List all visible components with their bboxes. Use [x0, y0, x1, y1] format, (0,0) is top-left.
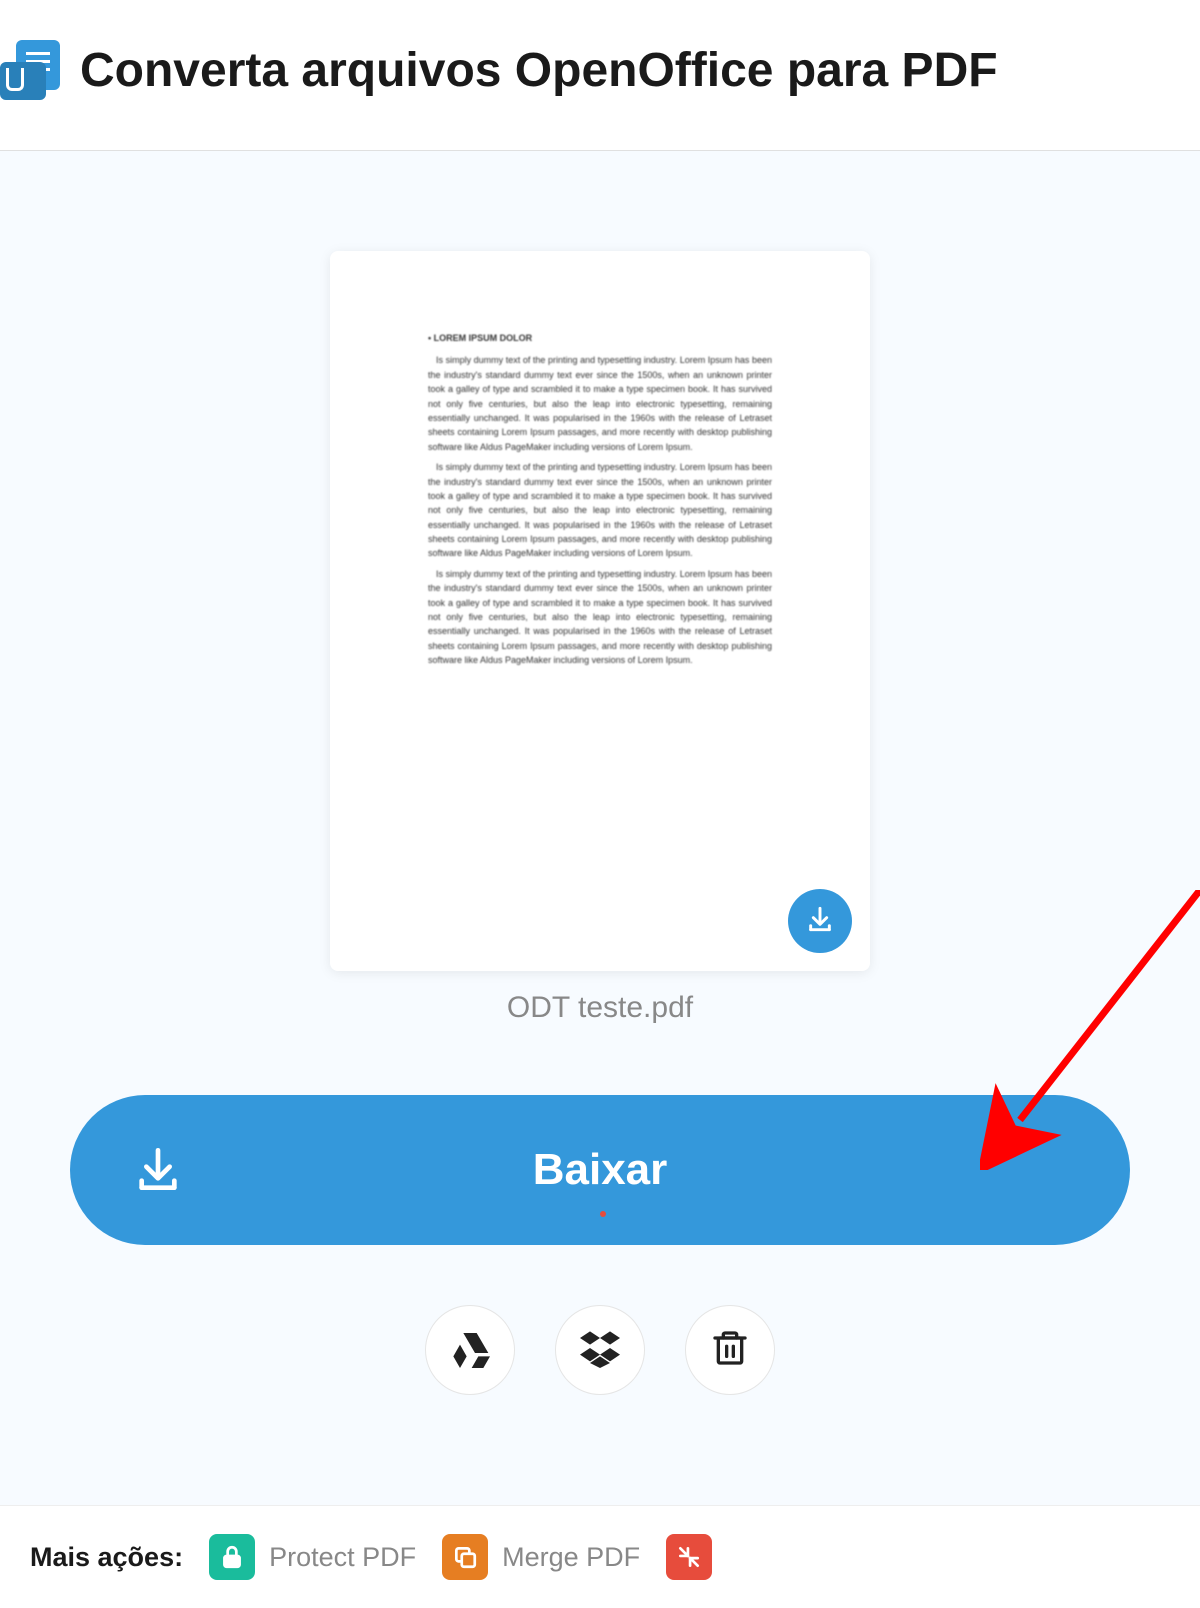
dropbox-button[interactable] — [555, 1305, 645, 1395]
document-preview[interactable]: • LOREM IPSUM DOLOR Is simply dummy text… — [330, 251, 870, 971]
preview-wrapper: • LOREM IPSUM DOLOR Is simply dummy text… — [70, 251, 1130, 1025]
app-logo-icon — [0, 40, 60, 100]
page-title: Converta arquivos OpenOffice para PDF — [80, 43, 998, 98]
red-dot-indicator — [600, 1211, 606, 1217]
content-area: • LOREM IPSUM DOLOR Is simply dummy text… — [0, 151, 1200, 1505]
preview-download-button[interactable] — [788, 889, 852, 953]
lock-icon — [209, 1534, 255, 1580]
dropbox-icon — [580, 1328, 620, 1373]
merge-pdf-button[interactable]: Merge PDF — [442, 1534, 640, 1580]
filename-label: ODT teste.pdf — [507, 991, 693, 1025]
download-button[interactable]: Baixar — [70, 1095, 1130, 1245]
protect-pdf-label: Protect PDF — [269, 1542, 416, 1573]
compress-icon — [666, 1534, 712, 1580]
google-drive-icon — [450, 1328, 490, 1373]
more-actions-bar: Mais ações: Protect PDF Merge PDF — [0, 1505, 1200, 1608]
protect-pdf-button[interactable]: Protect PDF — [209, 1534, 416, 1580]
download-icon — [130, 1141, 186, 1200]
page-header: Converta arquivos OpenOffice para PDF — [0, 0, 1200, 150]
download-icon — [804, 903, 836, 940]
delete-button[interactable] — [685, 1305, 775, 1395]
trash-icon — [710, 1328, 750, 1373]
document-preview-body: • LOREM IPSUM DOLOR Is simply dummy text… — [428, 331, 772, 668]
secondary-actions-row — [70, 1305, 1130, 1395]
google-drive-button[interactable] — [425, 1305, 515, 1395]
download-button-label: Baixar — [533, 1145, 668, 1195]
merge-icon — [442, 1534, 488, 1580]
compress-pdf-button[interactable] — [666, 1534, 712, 1580]
more-actions-label: Mais ações: — [30, 1542, 183, 1573]
merge-pdf-label: Merge PDF — [502, 1542, 640, 1573]
